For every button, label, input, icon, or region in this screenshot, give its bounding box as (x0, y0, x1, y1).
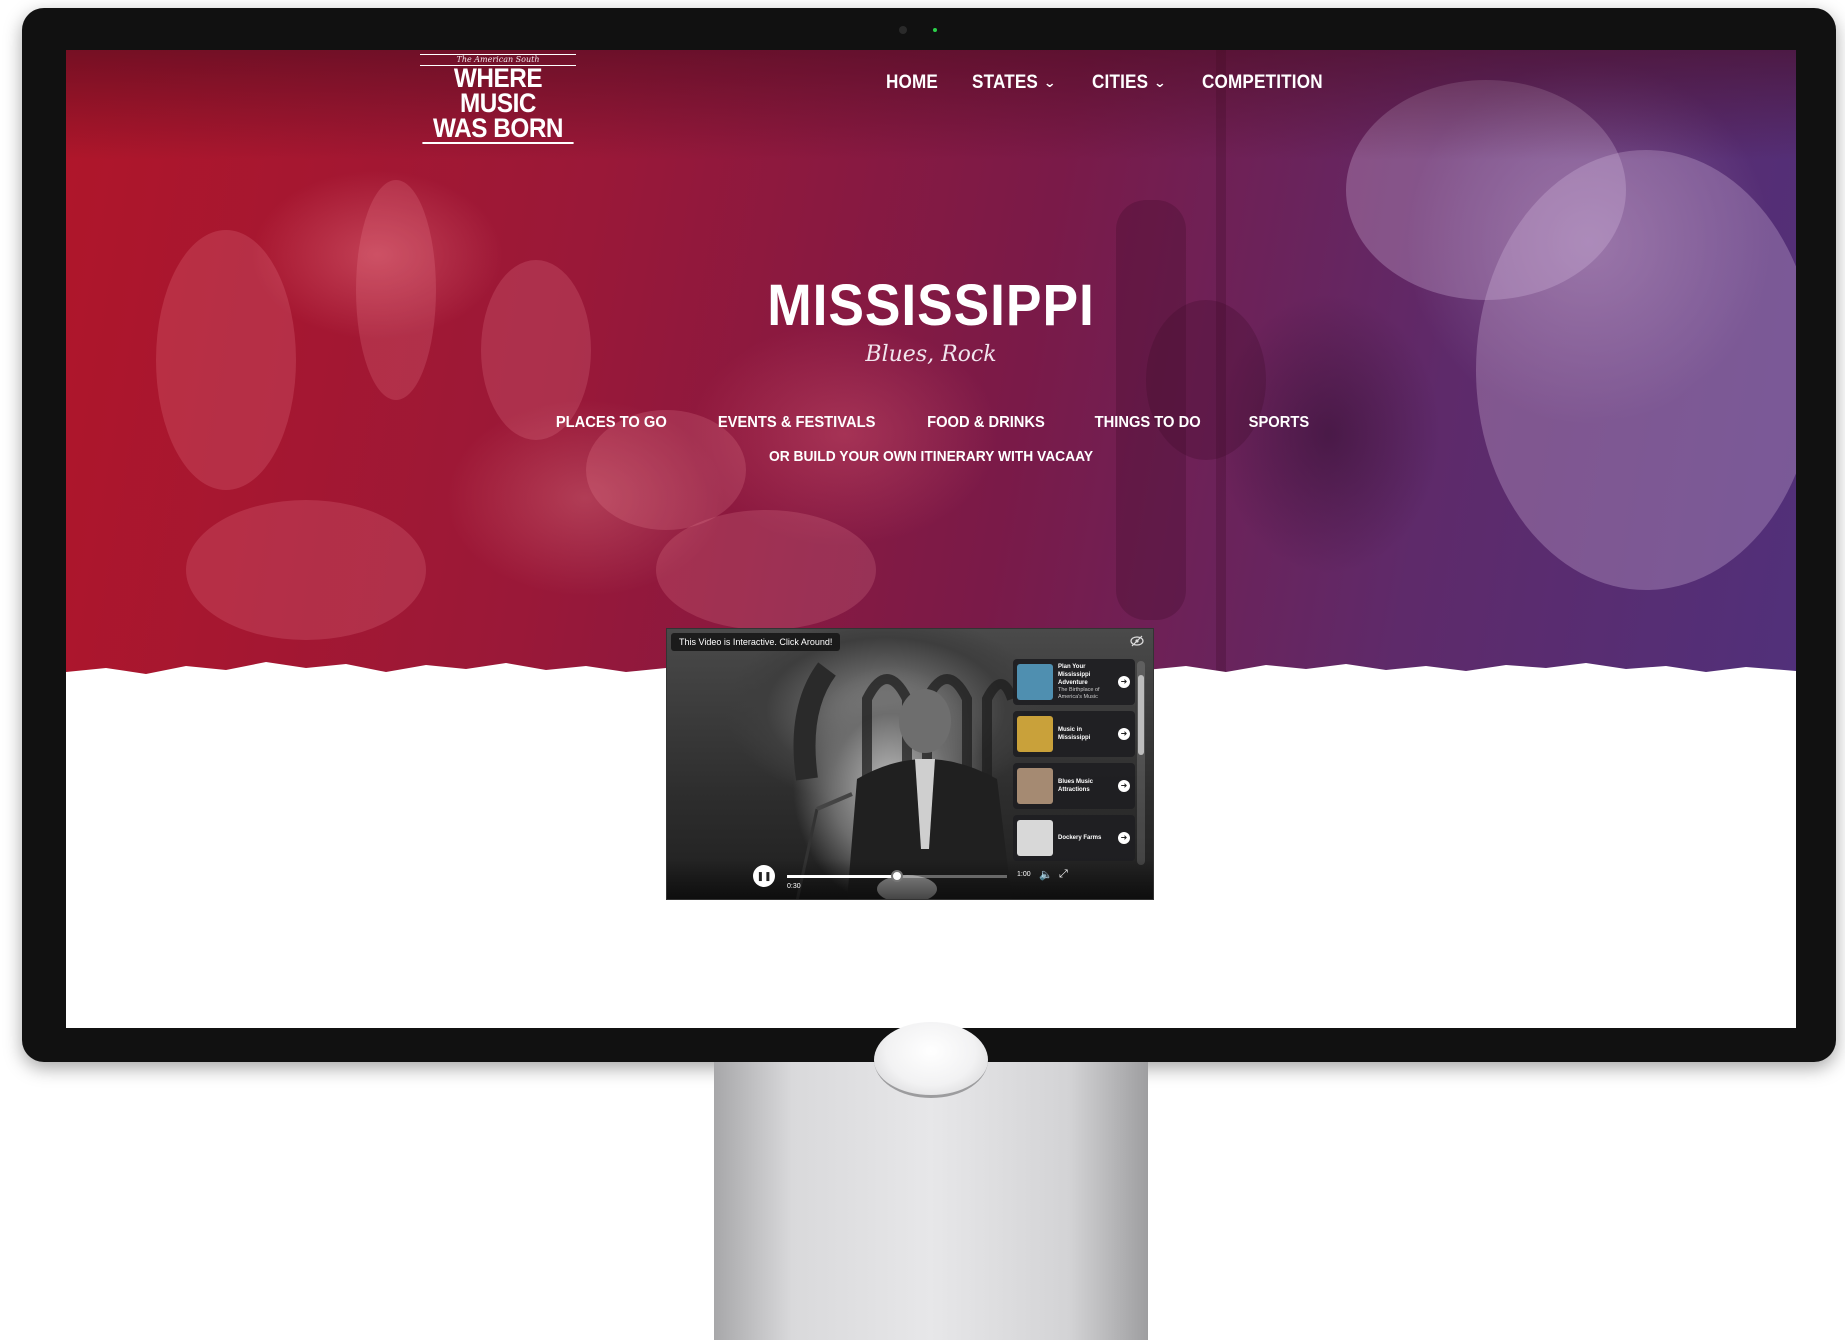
playlist-thumbnail (1017, 768, 1053, 804)
logo-line-1: WHERE MUSIC (453, 63, 543, 118)
monitor-frame: The American South WHERE MUSIC WAS BORN … (22, 8, 1836, 1062)
nav-states-label: STATES (971, 72, 1038, 93)
main-nav: HOME STATES ⌄ CITIES ⌄ COMPETITION (886, 70, 1336, 96)
link-things-to-do[interactable]: THINGS TO DO (1095, 414, 1201, 432)
nav-home-label: HOME (886, 72, 939, 93)
arrow-right-icon[interactable]: ➜ (1118, 676, 1130, 688)
camera-led-indicator (933, 28, 937, 32)
stand-hole (874, 1022, 988, 1098)
playlist-scrollbar[interactable] (1137, 661, 1145, 865)
playlist-item[interactable]: Plan Your Mississippi Adventure The Birt… (1013, 659, 1135, 705)
logo-line-2: WAS BORN (422, 115, 574, 144)
playlist-thumbnail (1017, 820, 1053, 856)
page-subtitle: Blues, Rock (865, 342, 997, 367)
chevron-down-icon: ⌄ (1043, 75, 1057, 90)
arrow-right-icon[interactable]: ➜ (1118, 780, 1130, 792)
fullscreen-icon[interactable]: ⤢ (1059, 868, 1068, 881)
video-playlist: Plan Your Mississippi Adventure The Birt… (1013, 659, 1135, 867)
nav-cities[interactable]: CITIES ⌄ (1092, 72, 1168, 94)
nav-home[interactable]: HOME (886, 72, 938, 94)
nav-states[interactable]: STATES ⌄ (971, 72, 1057, 94)
playlist-item-title: Music in Mississippi (1058, 727, 1091, 741)
arrow-right-icon[interactable]: ➜ (1118, 832, 1130, 844)
playlist-thumbnail (1017, 716, 1053, 752)
playlist-item-title: Dockery Farms (1058, 835, 1102, 841)
playlist-item[interactable]: Dockery Farms ➜ (1013, 815, 1135, 861)
playlist-thumbnail (1017, 664, 1053, 700)
total-time: 1:00 (1017, 871, 1031, 878)
playlist-item-subtitle: The Birthplace of America's Music (1058, 687, 1100, 700)
playlist-item-title: Blues Music Attractions (1058, 779, 1094, 793)
pause-icon[interactable]: ❚❚ (753, 865, 775, 887)
link-events-festivals[interactable]: EVENTS & FESTIVALS (718, 414, 876, 432)
browser-screen: The American South WHERE MUSIC WAS BORN … (66, 50, 1796, 1028)
nav-competition[interactable]: COMPETITION (1202, 72, 1323, 94)
link-build-itinerary[interactable]: OR BUILD YOUR OWN ITINERARY WITH VACAAY (135, 448, 1727, 465)
category-links: PLACES TO GO EVENTS & FESTIVALS FOOD & D… (66, 414, 1796, 432)
link-food-drinks[interactable]: FOOD & DRINKS (928, 414, 1046, 432)
progress-handle[interactable] (891, 870, 903, 882)
scrollbar-thumb[interactable] (1138, 675, 1144, 755)
volume-icon[interactable]: 🔈 (1039, 868, 1053, 881)
nav-competition-label: COMPETITION (1201, 72, 1323, 93)
nav-cities-label: CITIES (1092, 72, 1149, 93)
interactive-notice: This Video is Interactive. Click Around! (671, 633, 841, 651)
playlist-item[interactable]: Blues Music Attractions ➜ (1013, 763, 1135, 809)
current-time: 0:30 (787, 883, 801, 890)
monitor-stand (714, 1022, 1148, 1340)
interactive-video-player[interactable]: This Video is Interactive. Click Around!… (666, 628, 1154, 900)
crowd-background-image (156, 50, 1796, 690)
link-places-to-go[interactable]: PLACES TO GO (555, 414, 666, 432)
playlist-item-title: Plan Your Mississippi Adventure (1058, 664, 1091, 686)
camera-icon (899, 26, 907, 34)
arrow-right-icon[interactable]: ➜ (1118, 728, 1130, 740)
chevron-down-icon: ⌄ (1154, 75, 1168, 90)
link-sports[interactable]: SPORTS (1248, 414, 1309, 432)
hero-section: The American South WHERE MUSIC WAS BORN … (66, 50, 1796, 690)
eye-off-icon[interactable] (1127, 635, 1147, 651)
site-logo[interactable]: The American South WHERE MUSIC WAS BORN (414, 54, 582, 144)
progress-bar[interactable] (787, 870, 1007, 882)
video-controls: ❚❚ 0:30 1:00 🔈 ⤢ (667, 859, 1153, 899)
playlist-item[interactable]: Music in Mississippi ➜ (1013, 711, 1135, 757)
page-title: MISSISSIPPI (767, 273, 1095, 338)
progress-fill (787, 875, 897, 878)
